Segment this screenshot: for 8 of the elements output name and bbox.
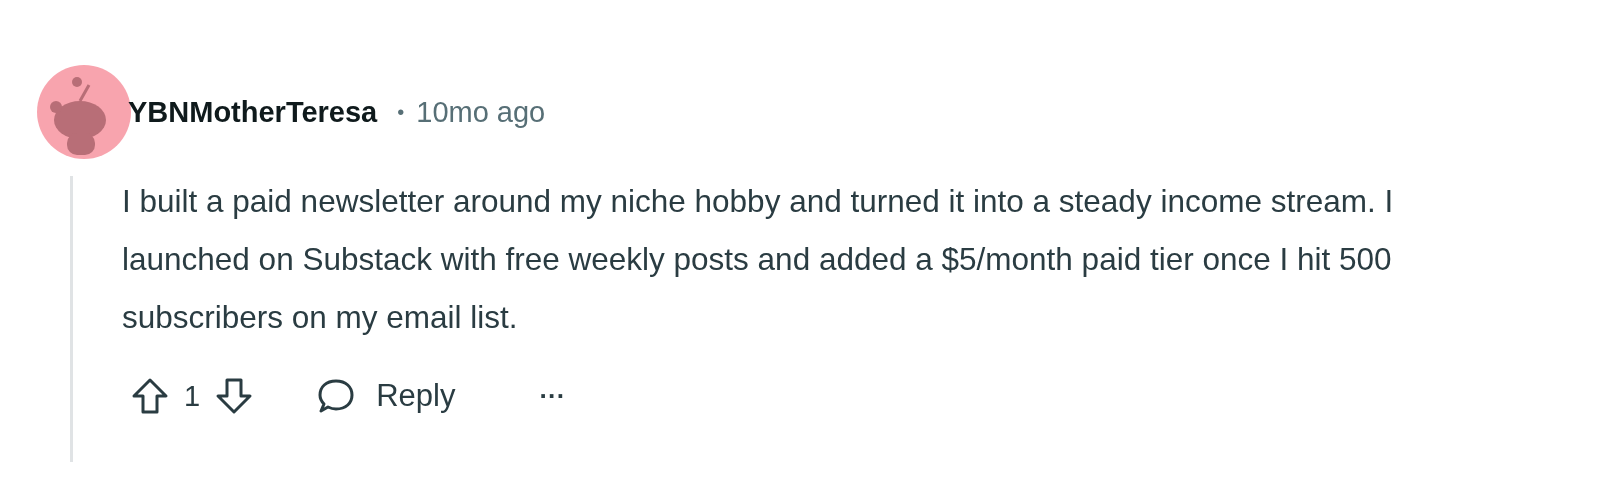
vote-count: 1 <box>184 379 201 413</box>
reply-button[interactable]: Reply <box>316 376 456 416</box>
more-options-button[interactable]: ··· <box>533 380 572 412</box>
username[interactable]: YBNMotherTeresa <box>128 95 378 129</box>
upvote-icon[interactable] <box>130 376 170 416</box>
separator-dot: • <box>397 100 405 124</box>
comment-text: I built a paid newsletter around my niche hobby and turned it into a steady income stream. I launched on Substack with free weekly posts and added a $5/month paid tier once I hit 500 subscribers on my email list. <box>122 182 1395 337</box>
timestamp: 10mo ago <box>416 95 546 129</box>
